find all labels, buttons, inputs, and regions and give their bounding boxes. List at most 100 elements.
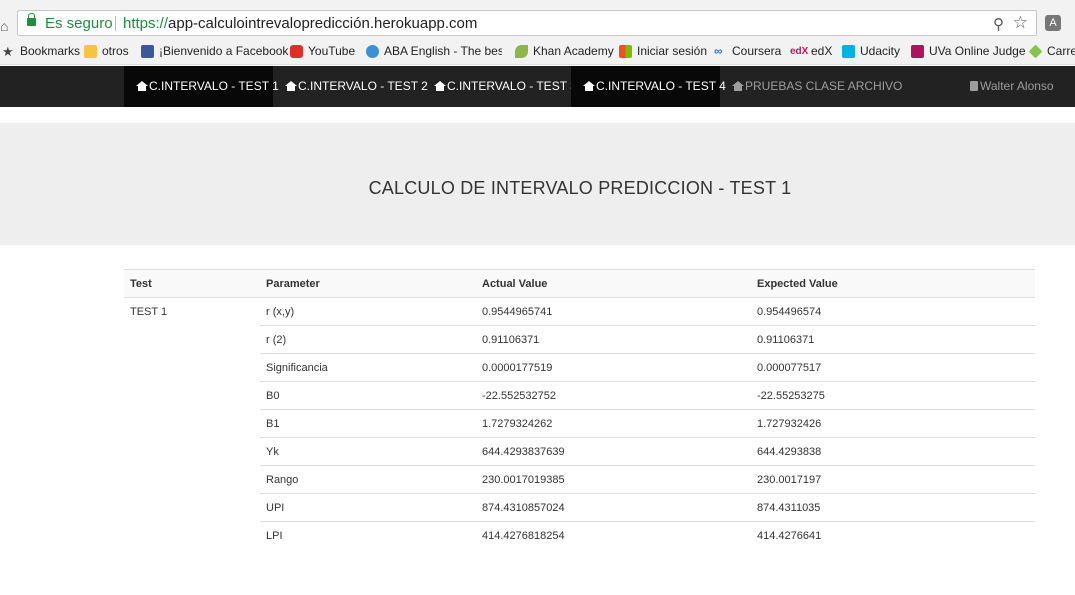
- bookmark-item[interactable]: ¡Bienvenido a Facebook: [141, 44, 288, 58]
- nav-user[interactable]: Walter Alonso: [970, 66, 1054, 107]
- column-header-expected-value: Expected Value: [751, 269, 1035, 298]
- table-row: Yk 644.4293837639 644.4293838: [124, 437, 1035, 466]
- actual-value-cell: 414.4276818254: [482, 529, 565, 542]
- nav-test-4[interactable]: C.INTERVALO - TEST 4: [571, 66, 726, 107]
- home-icon: [434, 81, 446, 91]
- nav-label: C.INTERVALO - TEST 3: [447, 79, 577, 93]
- expected-value-cell: 0.954496574: [751, 297, 1035, 326]
- home-icon: [732, 81, 744, 91]
- zoom-icon[interactable]: ⚲: [993, 15, 1004, 33]
- column-header-test: Test: [124, 269, 260, 298]
- angular-extension-icon[interactable]: A: [1045, 15, 1061, 31]
- expected-value-cell: 230.0017197: [751, 465, 1035, 494]
- star-icon: ★: [2, 43, 14, 59]
- bookmark-item[interactable]: Iniciar sesión: [619, 44, 707, 58]
- bookmark-label: Bookmarks: [20, 44, 81, 58]
- bookmark-item[interactable]: UVa Online Judge: [911, 44, 1026, 58]
- page-header-banner: CALCULO DE INTERVALO PREDICCION - TEST 1: [0, 123, 1075, 245]
- secure-label: Es seguro: [45, 15, 113, 32]
- bookmark-item[interactable]: edX edX: [790, 44, 832, 58]
- parameter-cell: Significancia: [260, 353, 476, 382]
- nav-label: C.INTERVALO - TEST 2: [298, 79, 428, 93]
- url-scheme: https://: [123, 15, 169, 32]
- nav-label: PRUEBAS CLASE ARCHIVO: [745, 79, 903, 93]
- bookmark-label: Iniciar sesión: [637, 44, 708, 58]
- bookmark-label: ¡Bienvenido a Facebook: [159, 44, 289, 58]
- parameter-cell: B1: [260, 409, 476, 438]
- table-row: TEST 1 r (x,y) 0.9544965741 0.954496574: [124, 297, 1035, 326]
- page-title: CALCULO DE INTERVALO PREDICCION - TEST 1: [368, 178, 792, 198]
- table-header-row: Test Parameter Actual Value Expected Val…: [124, 269, 1035, 298]
- bookmark-label: UVa Online Judge: [929, 44, 1026, 58]
- actual-value-cell: 230.0017019385: [476, 465, 751, 494]
- facebook-icon: [141, 44, 154, 58]
- bookmark-label: Coursera: [732, 44, 782, 58]
- actual-value-cell: 0.91106371: [476, 325, 751, 354]
- table-row: B1 1.7279324262 1.727932426: [124, 409, 1035, 438]
- test-name-cell: TEST 1: [130, 306, 168, 318]
- diamond-icon: [1028, 44, 1043, 58]
- bookmark-item[interactable]: otros: [84, 44, 129, 58]
- home-icon: [583, 81, 595, 91]
- bookmark-label: Carre: [1047, 44, 1075, 58]
- url-text[interactable]: https://app-calculointrevalopredicción.h…: [123, 15, 477, 32]
- bookmark-label: Khan Academy: [533, 44, 614, 58]
- actual-value-cell: 644.4293837639: [476, 437, 751, 466]
- lock-icon: [27, 13, 36, 26]
- bookmark-item[interactable]: Udacity: [842, 44, 900, 58]
- user-name: Walter Alonso: [980, 79, 1054, 93]
- bookmark-star-icon[interactable]: ☆: [1013, 13, 1028, 33]
- browser-toolbar: ⌂ Es seguro https://app-calculointrevalo…: [0, 6, 1075, 40]
- bookmark-item[interactable]: Carre: [1028, 44, 1075, 58]
- parameter-cell: r (x,y): [260, 297, 476, 326]
- table-row: r (2) 0.91106371 0.91106371: [124, 325, 1035, 354]
- expected-value-cell: 414.4276641: [757, 529, 822, 542]
- folder-icon: [84, 44, 97, 58]
- nav-test-3[interactable]: C.INTERVALO - TEST 3: [434, 66, 577, 107]
- results-table: Test Parameter Actual Value Expected Val…: [124, 269, 1035, 550]
- table-row: B0 -22.552532752 -22.55253275: [124, 381, 1035, 410]
- bookmark-label: ABA English - The best w: [384, 44, 502, 58]
- home-icon: [136, 81, 148, 91]
- parameter-cell: LPI: [266, 529, 283, 542]
- nav-label: C.INTERVALO - TEST 1: [149, 79, 279, 93]
- bookmark-item[interactable]: ∞ Coursera: [714, 44, 781, 58]
- url-host: app-calculointrevalopredicción.herokuapp…: [168, 15, 478, 32]
- parameter-cell: B0: [260, 381, 476, 410]
- book-icon: [970, 81, 978, 91]
- nav-test-1[interactable]: C.INTERVALO - TEST 1: [124, 66, 279, 107]
- aba-icon: [366, 44, 379, 58]
- table-row: LPI 414.4276818254 414.4276641: [124, 522, 1035, 550]
- expected-value-cell: 0.91106371: [751, 325, 1035, 354]
- expected-value-cell: 1.727932426: [751, 409, 1035, 438]
- bookmark-label: Udacity: [860, 44, 901, 58]
- column-header-actual-value: Actual Value: [476, 269, 751, 298]
- bookmark-item[interactable]: ★ Bookmarks: [2, 44, 80, 58]
- nav-label: C.INTERVALO - TEST 4: [596, 79, 726, 93]
- home-button-icon[interactable]: ⌂: [0, 19, 8, 33]
- bookmark-label: otros: [102, 44, 129, 58]
- expected-value-cell: 644.4293838: [751, 437, 1035, 466]
- microsoft-icon: [619, 44, 632, 58]
- parameter-cell: Yk: [260, 437, 476, 466]
- bookmark-label: edX: [811, 44, 833, 58]
- table-row: Rango 230.0017019385 230.0017197: [124, 465, 1035, 494]
- table-row: UPI 874.4310857024 874.4311035: [124, 493, 1035, 522]
- parameter-cell: Rango: [260, 465, 476, 494]
- bookmark-label: YouTube: [308, 44, 356, 58]
- nav-pruebas-clase-archivo[interactable]: PRUEBAS CLASE ARCHIVO: [732, 66, 902, 107]
- actual-value-cell: 1.7279324262: [476, 409, 751, 438]
- nav-test-2[interactable]: C.INTERVALO - TEST 2: [285, 66, 428, 107]
- table-row: Significancia 0.0000177519 0.000077517: [124, 353, 1035, 382]
- address-bar[interactable]: Es seguro https://app-calculointrevalopr…: [17, 10, 1037, 36]
- omnibox-divider: [115, 16, 116, 31]
- bookmarks-bar: ★ Bookmarks otros ¡Bienvenido a Facebook …: [0, 40, 1075, 65]
- expected-value-cell: 0.000077517: [751, 353, 1035, 382]
- bookmark-item[interactable]: Khan Academy: [515, 44, 614, 58]
- youtube-icon: [290, 44, 303, 58]
- bookmark-item[interactable]: ABA English - The best w: [366, 44, 502, 58]
- expected-value-cell: 874.4311035: [751, 493, 1035, 522]
- app-navbar: C.INTERVALO - TEST 1 C.INTERVALO - TEST …: [0, 66, 1075, 107]
- actual-value-cell: -22.552532752: [476, 381, 751, 410]
- bookmark-item[interactable]: YouTube: [290, 44, 355, 58]
